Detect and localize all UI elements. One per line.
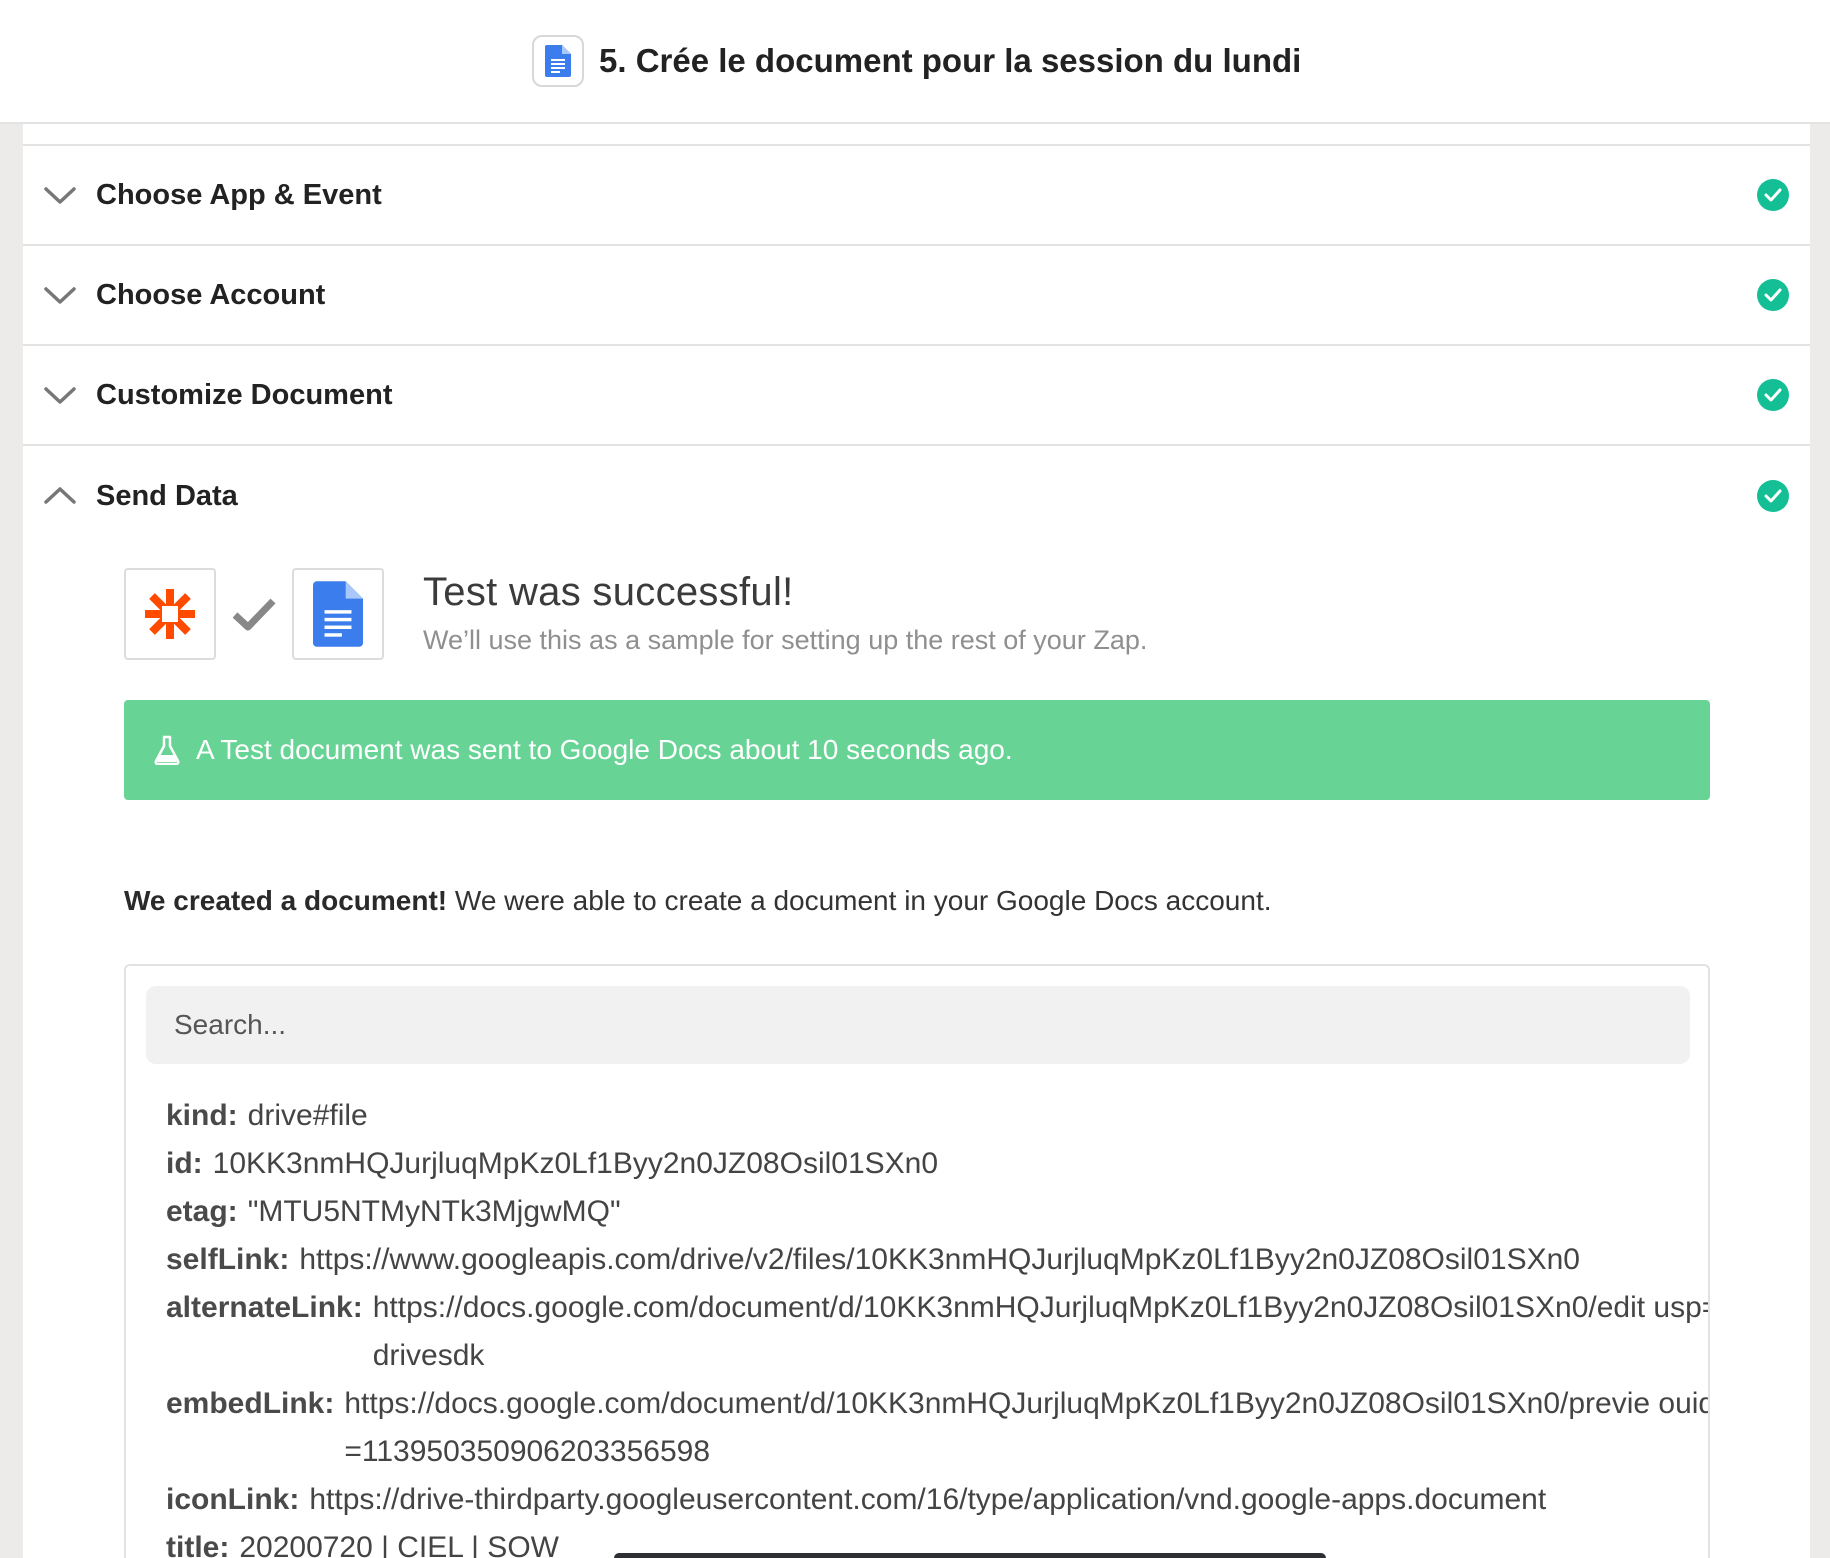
field-value: https://drive-thirdparty.googleuserconte… bbox=[309, 1483, 1547, 1516]
step-title: 5. Crée le document pour la session du l… bbox=[599, 42, 1302, 79]
sample-fields-list: kind: drive#file id: 10KK3nmHQJurjluqMpK… bbox=[166, 1092, 1710, 1558]
created-message-bold: We created a document! bbox=[124, 885, 448, 916]
section-title: Choose App & Event bbox=[96, 178, 382, 211]
data-field-kind[interactable]: kind: drive#file bbox=[166, 1092, 1708, 1140]
created-message: We created a document! We were able to c… bbox=[124, 885, 1272, 917]
zapier-logo-icon bbox=[124, 568, 216, 660]
field-key: iconLink: bbox=[166, 1483, 300, 1516]
data-field-alternatelink[interactable]: alternateLink: https://docs.google.com/d… bbox=[166, 1284, 1710, 1380]
test-result: Test was successful! We’ll use this as a… bbox=[423, 570, 1147, 656]
check-circle-icon bbox=[1757, 179, 1789, 211]
field-key: embedLink: bbox=[166, 1387, 335, 1420]
data-field-etag[interactable]: etag: "MTU5NTMyNTk3MjgwMQ" bbox=[166, 1188, 1708, 1236]
sample-data-box: kind: drive#file id: 10KK3nmHQJurjluqMpK… bbox=[124, 964, 1710, 1558]
section-title: Customize Document bbox=[96, 378, 393, 411]
search-input[interactable] bbox=[146, 986, 1690, 1064]
floating-action-bar[interactable] bbox=[614, 1553, 1326, 1558]
field-key: selfLink: bbox=[166, 1243, 290, 1276]
test-success-subtitle: We’ll use this as a sample for setting u… bbox=[423, 625, 1148, 655]
field-value: drive#file bbox=[247, 1099, 368, 1132]
section-title: Choose Account bbox=[96, 278, 326, 311]
section-send-data[interactable]: Send Data bbox=[23, 446, 1810, 546]
chevron-up-icon bbox=[44, 487, 76, 504]
chevron-down-icon bbox=[44, 287, 76, 304]
created-message-text: We were able to create a document in you… bbox=[447, 885, 1272, 916]
section-customize-document[interactable]: Customize Document bbox=[23, 346, 1810, 446]
data-field-embedlink[interactable]: embedLink: https://docs.google.com/docum… bbox=[166, 1380, 1710, 1476]
test-success-title: Test was successful! bbox=[423, 570, 794, 614]
field-key: title: bbox=[166, 1531, 230, 1558]
step-panel: Choose App & Event Choose Account Custom… bbox=[23, 124, 1810, 1558]
check-circle-icon bbox=[1757, 480, 1789, 512]
step-header-inner: 5. Crée le document pour la session du l… bbox=[532, 34, 1301, 88]
banner-text: A Test document was sent to Google Docs … bbox=[196, 734, 1013, 765]
field-value: 20200720 | CIEL | SOW bbox=[239, 1531, 559, 1558]
field-key: etag: bbox=[166, 1195, 238, 1228]
flask-icon bbox=[154, 735, 180, 765]
data-field-selflink[interactable]: selfLink: https://www.googleapis.com/dri… bbox=[166, 1236, 1708, 1284]
section-title: Send Data bbox=[96, 479, 238, 512]
field-value: https://www.googleapis.com/drive/v2/file… bbox=[299, 1243, 1580, 1276]
chevron-down-icon bbox=[44, 387, 76, 404]
check-circle-icon bbox=[1757, 379, 1789, 411]
field-key: alternateLink: bbox=[166, 1291, 363, 1324]
test-sent-banner: A Test document was sent to Google Docs … bbox=[124, 700, 1710, 800]
field-value: 10KK3nmHQJurjluqMpKz0Lf1Byy2n0JZ08Osil01… bbox=[212, 1147, 939, 1180]
panel-top-divider bbox=[23, 124, 1810, 146]
google-docs-icon bbox=[292, 568, 384, 660]
data-field-iconlink[interactable]: iconLink: https://drive-thirdparty.googl… bbox=[166, 1476, 1708, 1524]
section-choose-account[interactable]: Choose Account bbox=[23, 246, 1810, 346]
google-docs-icon bbox=[532, 35, 584, 87]
chevron-down-icon bbox=[44, 187, 76, 204]
checkmark-icon bbox=[216, 596, 292, 632]
field-value: https://docs.google.com/document/d/10KK3… bbox=[344, 1387, 1710, 1468]
field-key: id: bbox=[166, 1147, 203, 1180]
app-connection-row bbox=[124, 568, 384, 660]
section-choose-app-event[interactable]: Choose App & Event bbox=[23, 146, 1810, 246]
data-field-id[interactable]: id: 10KK3nmHQJurjluqMpKz0Lf1Byy2n0JZ08Os… bbox=[166, 1140, 1708, 1188]
field-value: "MTU5NTMyNTk3MjgwMQ" bbox=[247, 1195, 621, 1228]
step-header: 5. Crée le document pour la session du l… bbox=[0, 0, 1830, 124]
check-circle-icon bbox=[1757, 279, 1789, 311]
field-value: https://docs.google.com/document/d/10KK3… bbox=[372, 1291, 1710, 1372]
field-key: kind: bbox=[166, 1099, 238, 1132]
